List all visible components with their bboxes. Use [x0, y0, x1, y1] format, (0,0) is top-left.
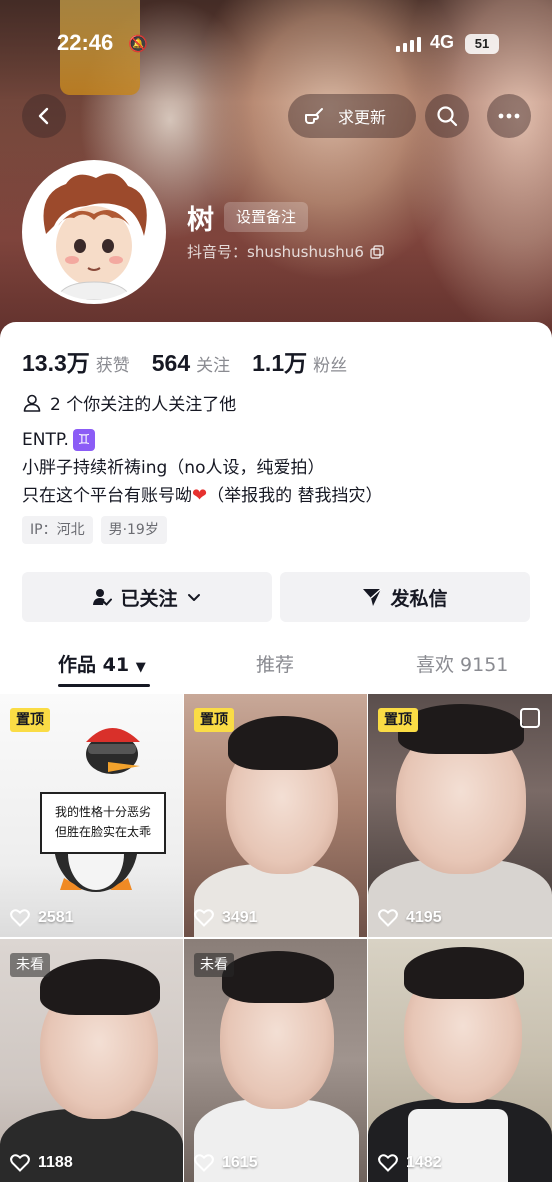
heart-outline-icon [194, 909, 214, 927]
dropdown-triangle-icon: ▼ [135, 660, 146, 675]
active-tab-indicator [58, 684, 150, 687]
video-likes: 1188 [10, 1154, 73, 1172]
likes-count: 2581 [38, 909, 74, 926]
heart-outline-icon [10, 1154, 30, 1172]
heart-outline-icon [378, 909, 398, 927]
chevron-down-icon [187, 594, 200, 601]
meme-sign-text: 我的性格十分恶劣 [54, 805, 151, 819]
video-thumbnail[interactable]: 1482 [368, 939, 552, 1182]
mutual-followers-text: 2 个你关注的人关注了他 [50, 395, 237, 415]
pointing-hand-icon [305, 108, 323, 124]
person-check-icon [93, 589, 113, 606]
person-icon [23, 394, 41, 412]
send-message-button[interactable]: 发私信 [280, 572, 530, 622]
video-grid: 我的性格十分恶劣 但胜在脸实在太乖 置顶 2581 置顶 3491 置顶 419… [0, 694, 552, 1182]
stat-value: 564 [151, 350, 191, 376]
status-bar: 22:46 🔕 4G 51 [0, 28, 552, 64]
bio: ENTP. ♊ 小胖子持续祈祷ing（no人设，纯爱拍） 只在这个平台有账号呦 … [22, 426, 383, 510]
search-button[interactable] [425, 94, 469, 138]
heart-outline-icon [194, 1154, 214, 1172]
copy-icon[interactable] [370, 244, 384, 259]
bio-line-3: 只在这个平台有账号呦 ❤ （举报我的 替我挡灾） [22, 482, 383, 510]
stat-followers[interactable]: 1.1万 粉丝 [252, 344, 347, 378]
video-thumbnail[interactable]: 未看 1188 [0, 939, 183, 1182]
signal-icon [396, 36, 421, 52]
bio-text: 只在这个平台有账号呦 [22, 486, 192, 506]
unwatched-badge: 未看 [10, 953, 50, 977]
douyin-id-text: 抖音号：shushushushu6 [187, 243, 364, 261]
multi-image-icon [520, 708, 540, 728]
meme-sign: 我的性格十分恶劣 但胜在脸实在太乖 [40, 792, 166, 854]
send-icon [363, 588, 382, 606]
profile-name: 树 [187, 205, 214, 236]
tab-works-label: 作品 41 [58, 654, 130, 676]
profile-tags: IP：河北 男·19岁 [22, 516, 167, 544]
heart-outline-icon [10, 909, 30, 927]
pinned-badge: 置顶 [194, 708, 234, 732]
video-likes: 4195 [378, 909, 442, 927]
request-update-label: 求更新 [338, 108, 387, 127]
stat-label: 获赞 [95, 356, 130, 376]
battery-icon: 51 [465, 34, 499, 54]
profile-content-card: 13.3万 获赞 564 关注 1.1万 粉丝 2 个你关注的人关注了他 ENT… [0, 322, 552, 1200]
send-message-label: 发私信 [390, 587, 448, 610]
likes-count: 1615 [222, 1154, 258, 1171]
search-icon [437, 106, 458, 127]
gender-age-tag: 男·19岁 [100, 516, 167, 544]
tab-works[interactable]: 作品 41 ▼ [58, 650, 146, 677]
bio-text: （举报我的 替我挡灾） [207, 486, 383, 506]
avatar[interactable] [22, 160, 166, 304]
profile-tabs: 作品 41 ▼ 推荐 喜欢 9151 [0, 638, 552, 692]
bio-text: ENTP. [22, 430, 69, 450]
gemini-icon: ♊ [72, 429, 95, 451]
network-type: 4G [430, 32, 455, 52]
likes-count: 1482 [406, 1154, 442, 1171]
stat-likes-received[interactable]: 13.3万 获赞 [22, 344, 130, 378]
meme-sign-text: 但胜在脸实在太乖 [54, 825, 151, 839]
stat-following[interactable]: 564 关注 [152, 350, 230, 377]
likes-count: 3491 [222, 909, 258, 926]
video-thumbnail[interactable]: 我的性格十分恶劣 但胜在脸实在太乖 置顶 2581 [0, 694, 183, 937]
mute-icon: 🔕 [128, 34, 148, 53]
request-update-button[interactable]: 求更新 [288, 94, 416, 138]
video-thumbnail[interactable]: 未看 1615 [184, 939, 367, 1182]
tab-recommend[interactable]: 推荐 [256, 650, 294, 677]
likes-count: 4195 [406, 909, 442, 926]
video-likes: 2581 [10, 909, 74, 927]
following-button[interactable]: 已关注 [22, 572, 272, 622]
set-remark-button[interactable]: 设置备注 [224, 202, 309, 232]
likes-count: 1188 [38, 1154, 73, 1171]
more-icon [498, 113, 520, 119]
ip-location-tag: IP：河北 [22, 516, 93, 544]
douyin-id[interactable]: 抖音号：shushushushu6 [187, 241, 384, 262]
stat-value: 13.3万 [22, 350, 90, 376]
bio-line-2: 小胖子持续祈祷ing（no人设，纯爱拍） [22, 458, 325, 478]
video-likes: 1615 [194, 1154, 258, 1172]
mutual-followers[interactable]: 2 个你关注的人关注了他 [22, 390, 236, 415]
video-thumbnail[interactable]: 置顶 4195 [368, 694, 552, 937]
following-label: 已关注 [120, 587, 178, 610]
video-likes: 1482 [378, 1154, 442, 1172]
heart-outline-icon [378, 1154, 398, 1172]
status-time: 22:46 [57, 30, 114, 55]
stat-value: 1.1万 [252, 350, 308, 376]
tab-likes[interactable]: 喜欢 9151 [416, 650, 508, 677]
pinned-badge: 置顶 [378, 708, 418, 732]
stat-label: 关注 [196, 356, 231, 376]
bio-line-1: ENTP. ♊ [22, 426, 383, 454]
more-options-button[interactable] [487, 94, 531, 138]
chevron-left-icon [38, 107, 49, 125]
profile-stats: 13.3万 获赞 564 关注 1.1万 粉丝 [22, 344, 369, 378]
avatar-cartoon-image [26, 164, 162, 300]
video-thumbnail[interactable]: 置顶 3491 [184, 694, 367, 937]
stat-label: 粉丝 [313, 356, 348, 376]
video-likes: 3491 [194, 909, 258, 927]
pinned-badge: 置顶 [10, 708, 50, 732]
unwatched-badge: 未看 [194, 953, 234, 977]
red-heart-icon: ❤ [192, 485, 208, 506]
back-button[interactable] [22, 94, 66, 138]
